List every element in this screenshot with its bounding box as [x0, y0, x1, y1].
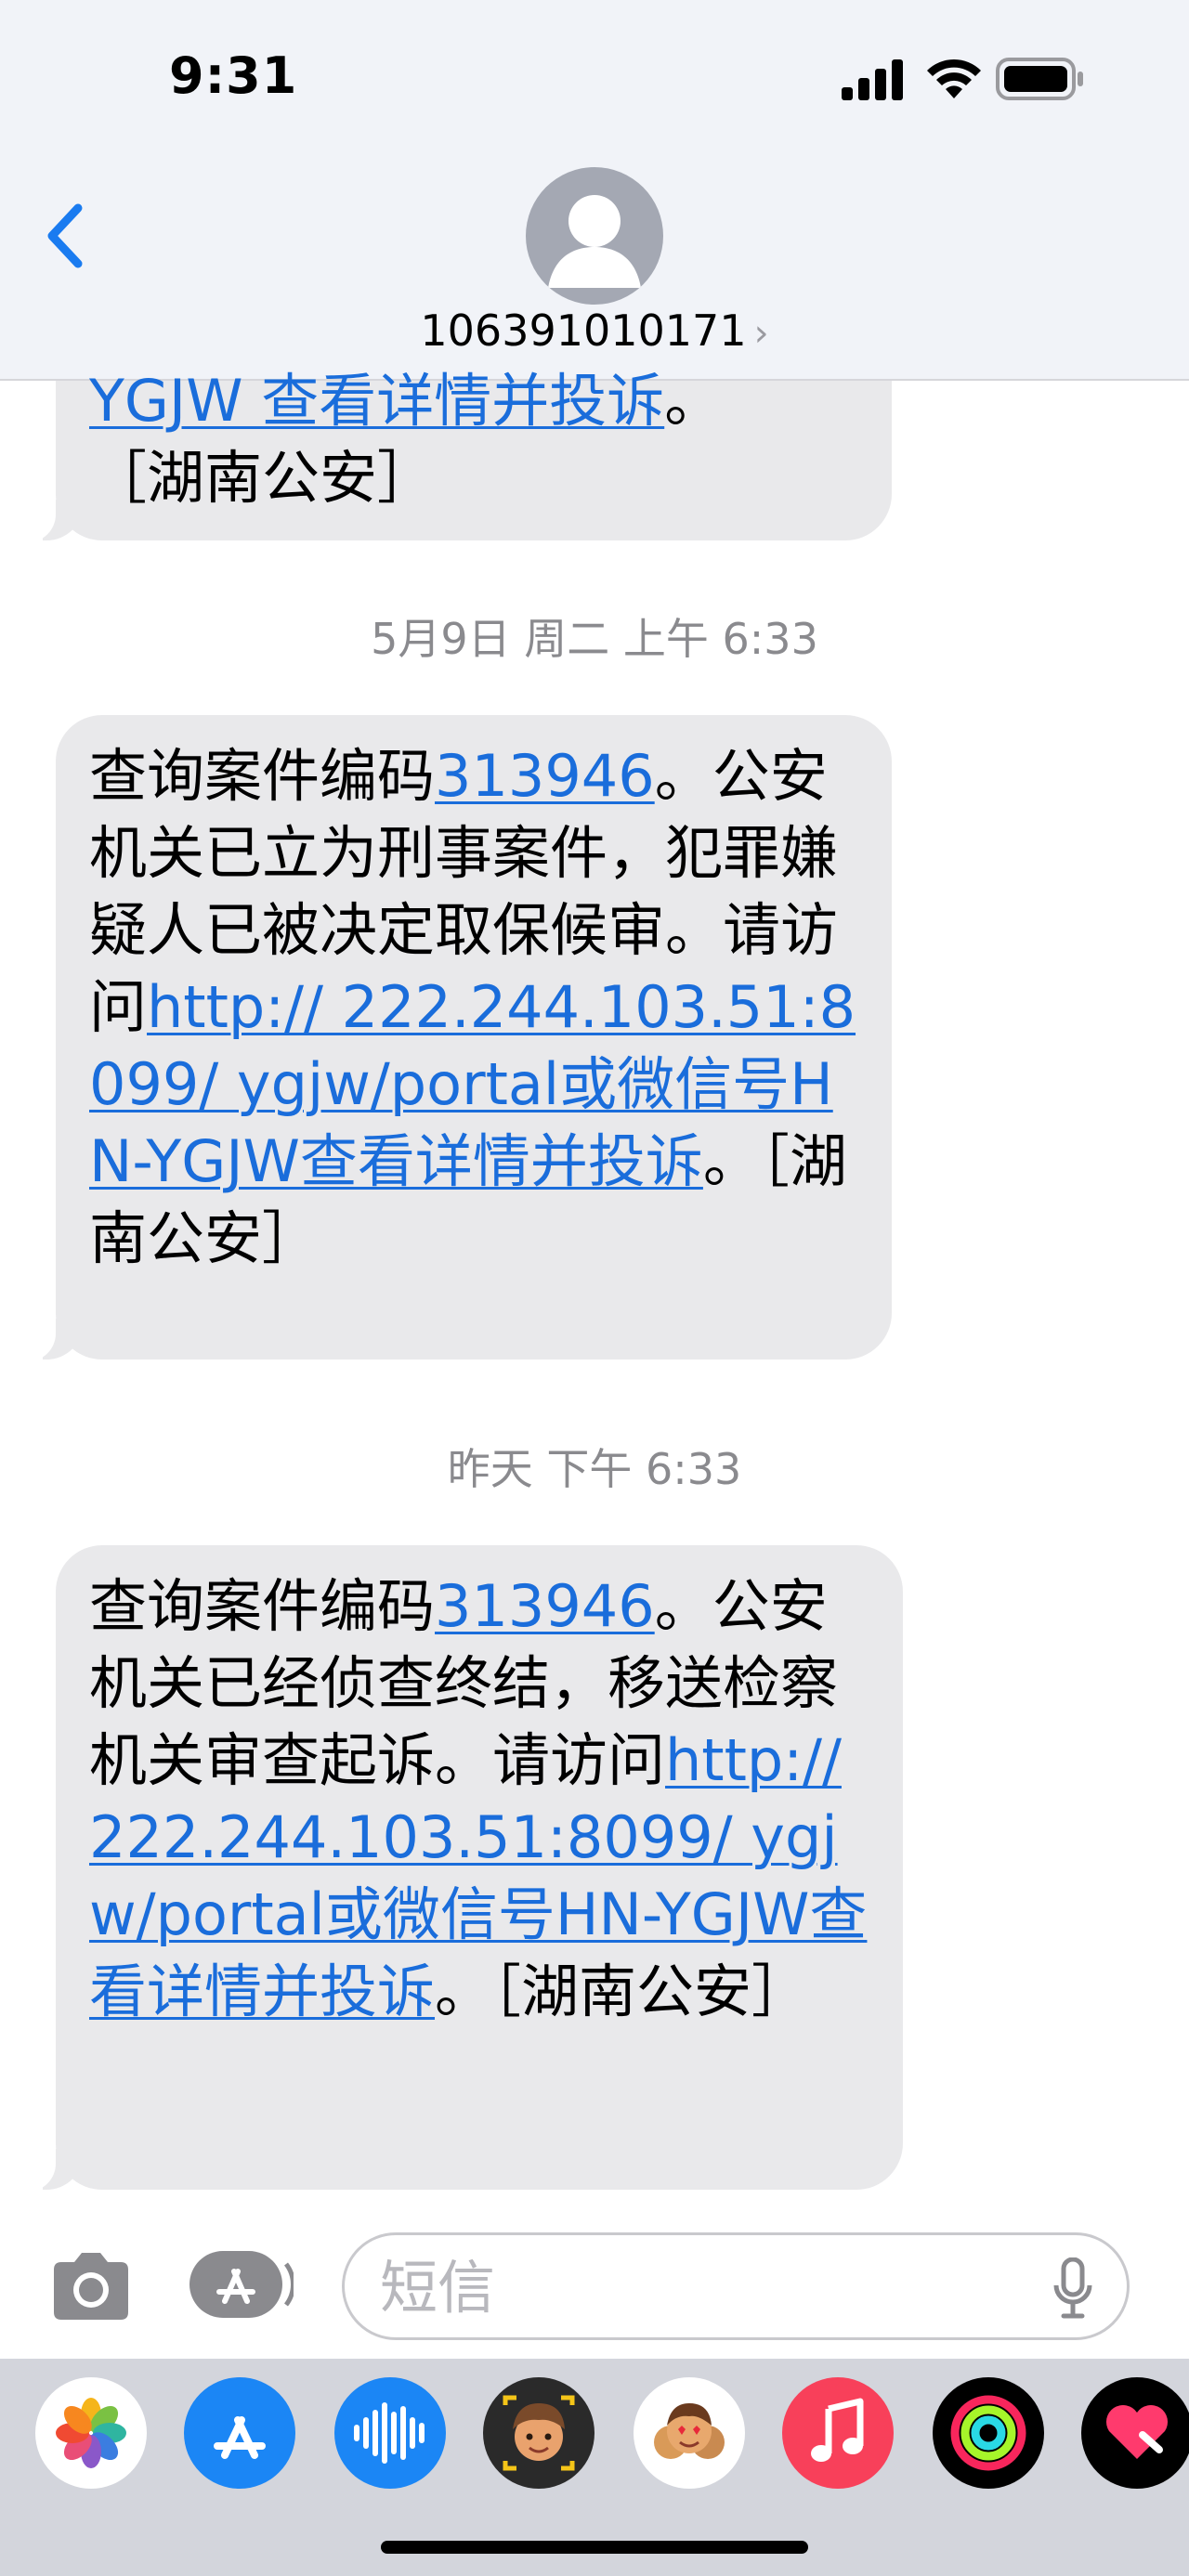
message-text-fragment: 。 [664, 367, 723, 435]
message-text-fragment: 查询案件编码 [89, 742, 436, 810]
message-link[interactable]: YGJW 查看详情并投诉 [89, 367, 664, 435]
wifi-icon [927, 59, 981, 98]
message-text: 查询案件编码313946。公安机关已立为刑事案件，犯罪嫌疑人已被决定取保候审。请… [89, 737, 856, 1277]
app-store-icon[interactable] [184, 2377, 295, 2489]
photos-icon[interactable] [35, 2377, 147, 2489]
music-note-icon [811, 2398, 864, 2462]
case-code-link[interactable]: 313946 [435, 1572, 655, 1640]
message-bubble[interactable]: 查询案件编码313946。公安机关已立为刑事案件，犯罪嫌疑人已被决定取保候审。请… [24, 715, 892, 1361]
memoji-face-icon [503, 2395, 575, 2471]
waveform-icon [354, 2402, 425, 2464]
contact-name-button[interactable]: 106391010171 › [0, 303, 1189, 361]
audio-message-icon[interactable] [334, 2377, 446, 2489]
digital-touch-icon[interactable] [1081, 2377, 1189, 2489]
memoji-stickers-icon[interactable] [634, 2377, 745, 2489]
memoji-sticker-faces-icon [654, 2403, 725, 2459]
cellular-signal-icon [842, 59, 903, 100]
person-silhouette-icon [548, 195, 641, 288]
case-code-link[interactable]: 313946 [435, 742, 655, 810]
microphone-icon[interactable] [1052, 2257, 1093, 2321]
status-bar-time: 9:31 [169, 46, 298, 105]
camera-icon[interactable] [46, 2247, 136, 2325]
message-timestamp: 昨天 下午 6:33 [447, 1444, 742, 1494]
memoji-icon[interactable] [483, 2377, 594, 2489]
app-store-apps-icon[interactable] [189, 2251, 294, 2318]
contact-avatar[interactable] [526, 167, 663, 305]
message-timestamp: 5月9日 周二 上午 6:33 [371, 614, 818, 664]
app-store-glyph-icon [214, 2416, 266, 2459]
message-text: YGJW 查看详情并投诉。 ［湖南公安］ [89, 362, 856, 516]
activity-rings-icon [950, 2395, 1026, 2471]
photos-flower-icon [56, 2398, 126, 2468]
contact-name: 106391010171 [420, 306, 747, 356]
message-signature: ［湖南公安］ [89, 444, 436, 512]
music-icon[interactable] [782, 2377, 894, 2489]
activity-icon[interactable] [933, 2377, 1044, 2489]
conversation-header: 9:31 106391010171 › [0, 0, 1189, 381]
message-bubble[interactable]: 查询案件编码313946。公安机关已经侦查终结，移送检察机关审查起诉。请访问ht… [24, 1545, 903, 2192]
message-text-fragment: 查询案件编码 [89, 1572, 436, 1640]
battery-icon [996, 58, 1083, 100]
message-input-placeholder: 短信 [380, 2254, 496, 2322]
heart-touch-icon [1105, 2404, 1169, 2459]
back-chevron-icon[interactable] [37, 195, 93, 279]
chevron-right-icon: › [753, 312, 769, 355]
home-indicator[interactable] [381, 2541, 808, 2554]
message-text: 查询案件编码313946。公安机关已经侦查终结，移送检察机关审查起诉。请访问ht… [89, 1568, 868, 2030]
message-input-field[interactable]: 短信 [342, 2232, 1130, 2340]
message-text-fragment: 。［湖南公安］ [435, 1958, 810, 2025]
